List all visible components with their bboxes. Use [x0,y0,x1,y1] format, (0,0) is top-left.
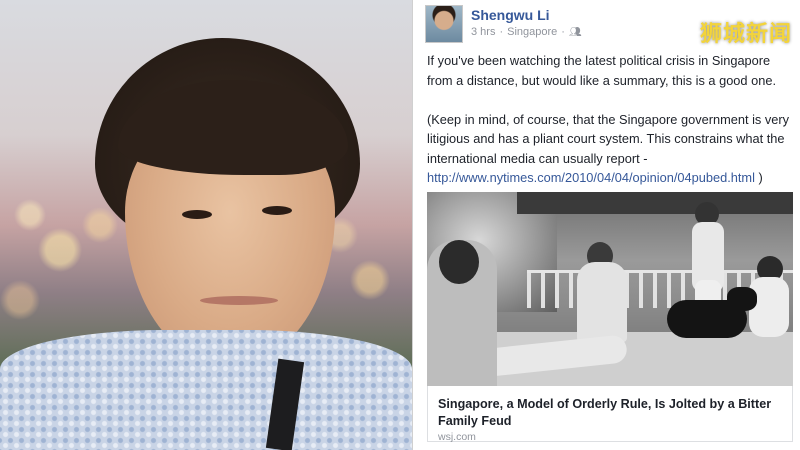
link-preview-image[interactable] [427,192,793,386]
author-avatar[interactable] [425,5,463,43]
photo-girl [749,277,789,337]
photo-roof [517,192,793,214]
post-paragraph: If you've been watching the latest polit… [427,53,777,88]
post-body: If you've been watching the latest polit… [427,51,795,207]
photo-man [577,262,627,342]
post-paragraph-text: (Keep in mind, of course, that the Singa… [427,111,790,166]
photo-dog-head [727,287,757,311]
people-icon[interactable]: 👥︎ [569,27,582,38]
link-preview-card[interactable]: Singapore, a Model of Orderly Rule, Is J… [427,386,793,443]
photo-woman-head [439,240,479,284]
nytimes-link[interactable]: http://www.nytimes.com/2010/04/04/opinio… [427,170,755,185]
link-title[interactable]: Singapore, a Model of Orderly Rule, Is J… [438,396,782,430]
link-source: wsj.com [438,431,476,443]
meta-separator: · [499,26,504,38]
portrait-photo [0,0,412,450]
post-location[interactable]: Singapore [507,26,557,38]
social-post: Shengwu Li 3 hrs · Singapore · 👥︎ If you… [412,0,800,450]
portrait-right-eye [262,206,292,215]
post-meta: 3 hrs · Singapore · 👥︎ [471,26,582,38]
author-name[interactable]: Shengwu Li [471,7,550,23]
post-paragraph: (Keep in mind, of course, that the Singa… [427,110,795,188]
post-paragraph-end: ) [754,170,763,185]
portrait-mouth [200,296,278,305]
portrait-left-eye [182,210,212,219]
portrait-shirt [0,330,412,450]
meta-separator: · [561,26,565,38]
watermark-logo: 狮城新闻 [699,22,792,47]
post-time[interactable]: 3 hrs [471,26,495,38]
